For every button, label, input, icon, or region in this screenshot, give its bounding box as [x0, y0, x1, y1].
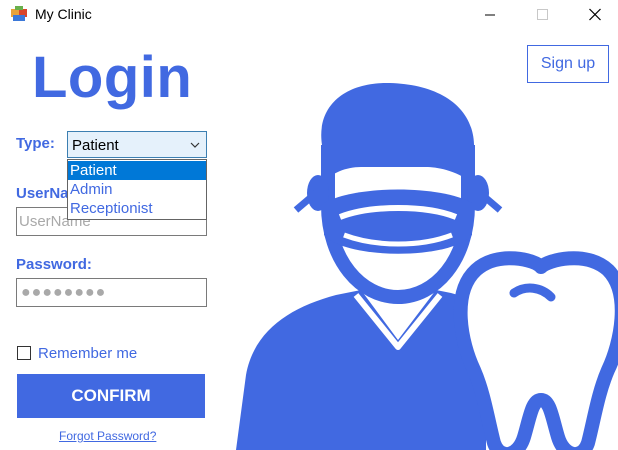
confirm-button[interactable]: CONFIRM	[17, 374, 205, 418]
app-icon	[11, 6, 28, 23]
type-option-receptionist[interactable]: Receptionist	[68, 199, 206, 218]
maximize-button[interactable]	[520, 0, 566, 30]
minimize-button[interactable]	[468, 0, 514, 30]
close-icon	[589, 8, 601, 21]
minimize-icon	[485, 14, 495, 16]
type-select[interactable]: Patient	[67, 131, 207, 158]
password-input[interactable]: ●●●●●●●●	[16, 278, 207, 307]
type-option-patient[interactable]: Patient	[68, 161, 206, 180]
close-button[interactable]	[573, 0, 618, 30]
type-label: Type:	[16, 135, 55, 152]
type-option-admin[interactable]: Admin	[68, 180, 206, 199]
window-title: My Clinic	[35, 6, 92, 22]
forgot-password-link[interactable]: Forgot Password?	[59, 429, 156, 443]
chevron-down-icon	[190, 142, 200, 148]
password-label: Password:	[16, 256, 92, 273]
login-heading: Login	[32, 45, 193, 110]
dentist-with-mask-and-tooth-icon	[236, 83, 618, 450]
type-select-value: Patient	[72, 137, 119, 154]
remember-me-label[interactable]: Remember me	[38, 345, 137, 362]
remember-me-checkbox[interactable]	[17, 346, 31, 360]
type-dropdown-list: Patient Admin Receptionist	[67, 159, 207, 220]
title-bar: My Clinic	[0, 0, 618, 30]
dentist-illustration	[236, 75, 618, 450]
maximize-icon	[537, 9, 548, 20]
